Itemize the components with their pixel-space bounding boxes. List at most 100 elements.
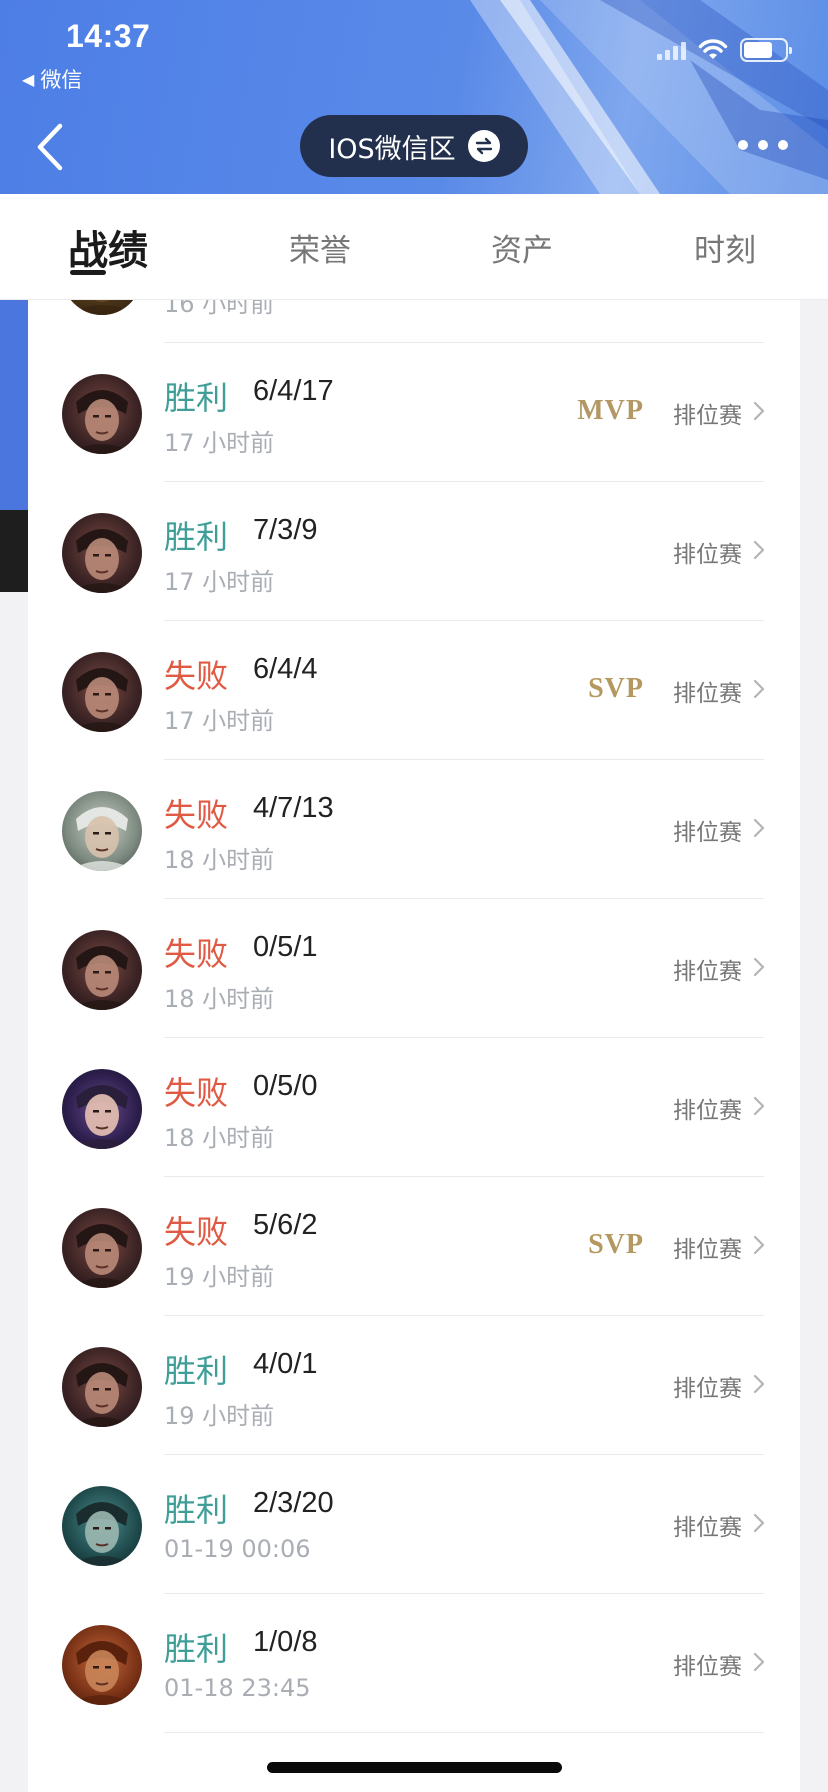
match-result: 胜利 [164, 518, 229, 556]
match-result: 失败 [164, 935, 229, 973]
match-result: 失败 [164, 1213, 229, 1251]
match-row[interactable]: 胜利 2/3/20 01-19 00:06 排位赛 [28, 1455, 800, 1594]
chevron-right-icon [753, 1513, 765, 1533]
match-result: 失败 [164, 657, 229, 695]
match-mode: 排位赛 [673, 1098, 742, 1124]
status-time: 14:37 [66, 18, 151, 54]
mvp-badge: MVP [577, 395, 644, 426]
match-mode: 排位赛 [673, 681, 742, 707]
match-time: 01-19 00:06 [164, 1535, 311, 1563]
match-kda: 4/7/13 [253, 792, 334, 824]
match-mode: 排位赛 [673, 820, 742, 846]
match-mode: 排位赛 [673, 959, 742, 985]
chevron-right-icon [753, 1374, 765, 1394]
hero-avatar-hero-beast [62, 300, 142, 315]
match-result: 胜利 [164, 1352, 229, 1390]
match-kda: 6/4/4 [253, 653, 318, 685]
match-row[interactable]: 失败 4/7/13 18 小时前 排位赛 [28, 760, 800, 899]
match-row[interactable]: 失败 6/4/4 17 小时前 SVP 排位赛 [28, 621, 800, 760]
match-time: 17 小时前 [164, 707, 275, 735]
match-kda: 4/0/1 [253, 1348, 318, 1380]
match-time: 16 小时前 [164, 300, 275, 318]
match-mode: 排位赛 [673, 1515, 742, 1541]
match-kda: 2/3/20 [253, 1487, 334, 1519]
match-time: 18 小时前 [164, 1124, 275, 1152]
battery-icon [740, 38, 792, 62]
chevron-right-icon [753, 1235, 765, 1255]
match-result: 失败 [164, 796, 229, 834]
match-kda: 5/6/2 [253, 1209, 318, 1241]
zone-selector[interactable]: IOS微信区 [300, 115, 528, 177]
background-strip [0, 592, 28, 1792]
match-row[interactable]: 胜利 6/4/17 17 小时前 MVP 排位赛 [28, 343, 800, 482]
match-result: 胜利 [164, 1630, 229, 1668]
hero-avatar-hero-warrior [62, 652, 142, 732]
match-result: 胜利 [164, 1491, 229, 1529]
tab-records[interactable]: 战绩 [58, 194, 158, 300]
cellular-signal-icon [657, 40, 686, 60]
match-time: 19 小时前 [164, 1402, 275, 1430]
chevron-right-icon [753, 540, 765, 560]
match-kda: 7/3/9 [253, 514, 318, 546]
chevron-right-icon [753, 1096, 765, 1116]
match-mode: 排位赛 [673, 1654, 742, 1680]
match-kda: 6/4/17 [253, 375, 334, 407]
tab-assets-label: 资产 [491, 232, 553, 269]
hero-avatar-hero-warrior [62, 1208, 142, 1288]
tab-honors[interactable]: 荣誉 [270, 194, 370, 300]
match-result: 失败 [164, 1074, 229, 1112]
status-back-to-app[interactable]: ◀ 微信 [22, 64, 82, 94]
background-strip [0, 300, 28, 510]
match-mode: 排位赛 [673, 403, 742, 429]
match-row[interactable]: 失败 1/2/0 16 小时前 排位赛 [28, 300, 800, 343]
match-row[interactable]: 失败 0/5/0 18 小时前 排位赛 [28, 1038, 800, 1177]
match-row[interactable]: 胜利 4/0/1 19 小时前 排位赛 [28, 1316, 800, 1455]
match-time: 01-18 23:45 [164, 1674, 311, 1702]
back-chevron-icon[interactable] [32, 120, 68, 174]
tab-moments[interactable]: 时刻 [675, 194, 775, 300]
hero-avatar-hero-teal [62, 1486, 142, 1566]
match-mode: 排位赛 [673, 1237, 742, 1263]
match-history-list[interactable]: 失败 1/2/0 16 小时前 排位赛 胜利 6/4/17 17 小时前 MVP… [28, 300, 800, 1792]
tab-honors-label: 荣誉 [289, 232, 351, 269]
back-triangle-icon: ◀ [22, 69, 35, 89]
background-strip [800, 300, 828, 1792]
match-kda: 0/5/1 [253, 931, 318, 963]
swap-icon [467, 130, 500, 162]
chevron-right-icon [753, 679, 765, 699]
match-time: 17 小时前 [164, 429, 275, 457]
more-menu-icon[interactable] [738, 140, 788, 150]
zone-label: IOS微信区 [328, 133, 456, 165]
home-indicator[interactable] [267, 1762, 562, 1773]
chevron-right-icon [753, 1652, 765, 1672]
match-kda: 1/0/8 [253, 1626, 318, 1658]
match-time: 18 小时前 [164, 985, 275, 1013]
tab-bar: 战绩 荣誉 资产 时刻 [0, 194, 828, 300]
match-result: 胜利 [164, 379, 229, 417]
hero-avatar-hero-warrior [62, 1347, 142, 1427]
wifi-icon [698, 39, 728, 59]
app-header: 14:37 ◀ 微信 IOS微信区 [0, 0, 828, 194]
match-row[interactable]: 失败 5/6/2 19 小时前 SVP 排位赛 [28, 1177, 800, 1316]
match-time: 18 小时前 [164, 846, 275, 874]
match-row[interactable]: 胜利 1/0/8 01-18 23:45 排位赛 [28, 1594, 800, 1733]
match-time: 17 小时前 [164, 568, 275, 596]
hero-avatar-hero-mage [62, 1069, 142, 1149]
background-strip [0, 510, 28, 592]
svp-badge: SVP [588, 1229, 644, 1260]
hero-avatar-hero-silver [62, 791, 142, 871]
tab-assets[interactable]: 资产 [472, 194, 572, 300]
match-mode: 排位赛 [673, 1376, 742, 1402]
tab-records-label: 战绩 [68, 228, 148, 274]
chevron-right-icon [753, 957, 765, 977]
active-tab-indicator [70, 270, 106, 275]
hero-avatar-hero-warrior [62, 930, 142, 1010]
hero-avatar-hero-warrior [62, 374, 142, 454]
match-row[interactable]: 失败 0/5/1 18 小时前 排位赛 [28, 899, 800, 1038]
hero-avatar-hero-fire [62, 1625, 142, 1705]
status-back-label: 微信 [40, 68, 83, 92]
chevron-right-icon [753, 818, 765, 838]
status-indicators [657, 38, 792, 62]
match-mode: 排位赛 [673, 542, 742, 568]
match-row[interactable]: 胜利 7/3/9 17 小时前 排位赛 [28, 482, 800, 621]
